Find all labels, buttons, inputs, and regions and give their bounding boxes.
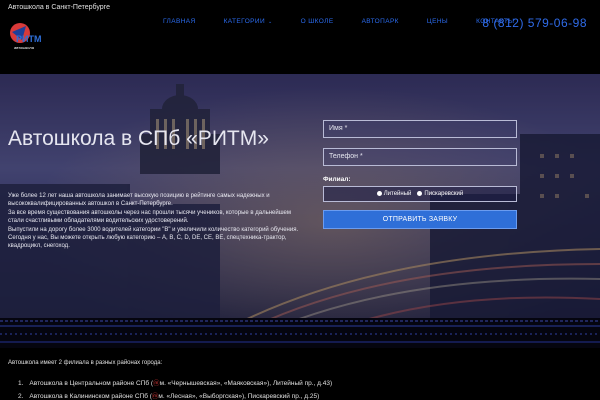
name-field[interactable]: Имя * [323,120,517,138]
hero-description: Уже более 12 лет наша автошкола занимает… [8,192,308,251]
nav-item-categories[interactable]: КАТЕГОРИИ ⌄ [224,18,273,25]
logo-text: РИТМ [16,34,41,44]
signup-form: Имя * Телефон * Филиал: Литейный Пискаре… [323,120,517,229]
filial-selector: Литейный Пискаревский [323,186,517,202]
chevron-down-icon: ⌄ [268,19,273,25]
radio-icon [376,190,382,196]
filial-option-liteyny[interactable]: Литейный [376,190,411,197]
hero-paragraph: Выпустили на дорогу более 3000 водителей… [8,226,299,250]
radio-icon [417,190,423,196]
hero-section: Автошкола в СПб «РИТМ» Уже более 12 лет … [0,74,600,344]
hero-paragraph: За все время существования автошколы чер… [8,209,291,225]
nav-item-home[interactable]: ГЛАВНАЯ [163,18,196,25]
nav-item-prices[interactable]: ЦЕНЫ [427,18,448,25]
filial-option-piskarevsky[interactable]: Пискаревский [417,190,463,197]
branch-item: 1. Автошкола в Центральном районе СПб (ⓜм… [18,380,333,387]
decorative-stripes [0,318,600,348]
tagline: Автошкола в Санкт-Петербурге [8,4,110,11]
page-title: Автошкола в СПб «РИТМ» [8,127,269,150]
nav-item-about[interactable]: О ШКОЛЕ [301,18,334,25]
phone-field[interactable]: Телефон * [323,148,517,166]
site-header: Автошкола в Санкт-Петербурге РИТМ автошк… [0,0,600,74]
phone-number[interactable]: 8 (812) 579-06-98 [482,16,587,30]
hero-paragraph: Уже более 12 лет наша автошкола занимает… [8,193,270,208]
filial-label: Филиал: [323,176,351,183]
branches-section: Автошкола имеет 2 филиала в разных район… [0,348,600,400]
nav-item-fleet[interactable]: АВТОПАРК [362,18,399,25]
branches-intro: Автошкола имеет 2 филиала в разных район… [8,360,163,366]
logo-subtext: автошкола [14,45,35,50]
logo[interactable]: РИТМ автошкола [8,18,48,52]
branch-item: 2. Автошкола в Калининском районе СПб (ⓜм… [18,393,320,400]
submit-button[interactable]: ОТПРАВИТЬ ЗАЯВКУ [323,210,517,229]
